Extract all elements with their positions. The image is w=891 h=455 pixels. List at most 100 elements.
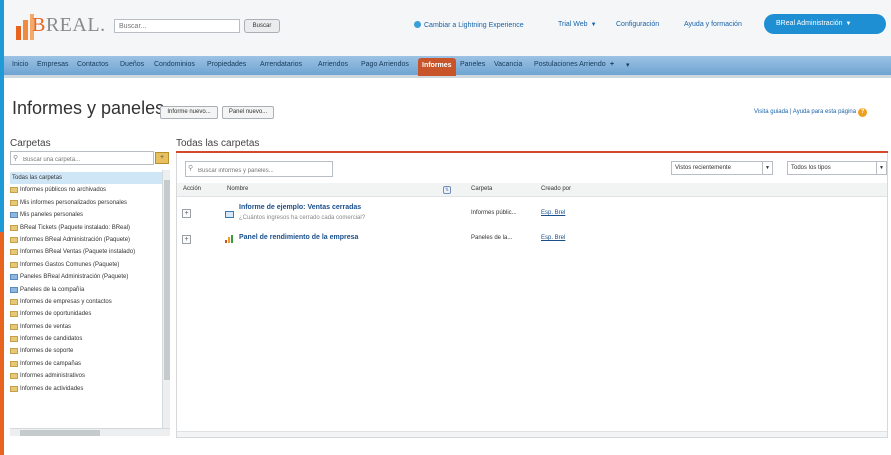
tab-vacancia[interactable]: Vacancia — [494, 61, 522, 68]
tab-propiedades[interactable]: Propiedades — [207, 61, 246, 68]
column-header-name[interactable]: Nombre — [227, 186, 248, 192]
folder-item[interactable]: Informes de empresas y contactos — [10, 296, 162, 308]
tab-inicio[interactable]: Inicio — [12, 61, 28, 68]
folder-icon — [10, 261, 18, 268]
folder-list: Todas las carpetas Informes públicos no a… — [10, 172, 162, 428]
folder-item-label: BReal Tickets (Paquete instalado: BReal) — [20, 224, 131, 231]
folder-list-scrollbar[interactable] — [162, 170, 170, 428]
folder-search-input[interactable] — [10, 151, 154, 165]
expand-row-button[interactable]: + — [182, 209, 191, 218]
created-by-link[interactable]: Esp. Brel — [541, 235, 565, 241]
column-header-folder[interactable]: Carpeta — [471, 186, 492, 192]
folder-item-label: Informes de empresas y contactos — [20, 298, 112, 305]
help-training-link[interactable]: Ayuda y formación — [684, 21, 742, 28]
folder-icon — [10, 249, 18, 256]
table-row[interactable]: + Informe de ejemplo: Ventas cerradas ¿C… — [177, 201, 887, 225]
add-tab-button[interactable]: + — [610, 61, 614, 68]
folder-item[interactable]: Informes Gastos Comunes (Paquete) — [10, 259, 162, 271]
table-footer — [177, 431, 887, 437]
folder-icon — [10, 336, 18, 343]
header: BREAL. Buscar Cambiar a Lightning Experi… — [4, 0, 891, 56]
pin-icon[interactable]: ⇅ — [443, 186, 451, 194]
folder-item[interactable]: Mis informes personalizados personales — [10, 197, 162, 209]
folder-item-label: Informes de campañas — [20, 360, 82, 367]
folder-cell: Paneles de la... — [471, 235, 513, 241]
dashboard-folder-icon — [10, 286, 18, 293]
report-name-link[interactable]: Informe de ejemplo: Ventas cerradas — [239, 204, 361, 211]
new-dashboard-button[interactable]: Panel nuevo... — [222, 106, 274, 119]
lightning-switch-link[interactable]: Cambiar a Lightning Experience — [414, 21, 524, 29]
chevron-down-icon: ▼ — [762, 162, 772, 174]
folder-item[interactable]: Informes BReal Ventas (Paquete instalado… — [10, 246, 162, 258]
tab-contactos[interactable]: Contactos — [77, 61, 109, 68]
tab-pago-arriendos[interactable]: Pago Arriendos — [361, 61, 409, 68]
table-header: Acción Nombre ⇅ Carpeta Creado por — [177, 183, 887, 197]
folder-item-label: Paneles de la compañía — [20, 286, 85, 293]
page: BREAL. Buscar Cambiar a Lightning Experi… — [4, 0, 891, 455]
created-by-link[interactable]: Esp. Brel — [541, 210, 565, 216]
tab-paneles[interactable]: Paneles — [460, 61, 485, 68]
tab-postulaciones-arriendo[interactable]: Postulaciones Arriendo — [534, 61, 606, 68]
folder-item[interactable]: Informes administrativos — [10, 370, 162, 382]
folder-item[interactable]: Informes de soporte — [10, 345, 162, 357]
tab-arrendatarios[interactable]: Arrendatarios — [260, 61, 302, 68]
folder-item[interactable]: Informes BReal Administración (Paquete) — [10, 234, 162, 246]
column-header-created-by[interactable]: Creado por — [541, 186, 571, 192]
table-row[interactable]: + Panel de rendimiento de la empresa Pan… — [177, 229, 887, 253]
folder-item-label: Paneles BReal Administración (Paquete) — [20, 274, 129, 281]
folder-item[interactable]: Informes de ventas — [10, 321, 162, 333]
folder-icon — [10, 373, 18, 380]
trial-web-menu[interactable]: Trial Web ▼ — [558, 21, 597, 28]
new-report-button[interactable]: Informe nuevo... — [160, 106, 218, 119]
user-menu[interactable]: BReal Administración ▼ — [764, 14, 886, 34]
tab-duenos[interactable]: Dueños — [120, 61, 144, 68]
folder-icon — [10, 311, 18, 318]
folder-item[interactable]: Informes de oportunidades — [10, 308, 162, 320]
recent-filter-select[interactable]: Vistos recientemente ▼ — [671, 161, 773, 175]
folder-item[interactable]: Informes de actividades — [10, 383, 162, 395]
accent-bar — [0, 232, 4, 455]
dashboard-name-link[interactable]: Panel de rendimiento de la empresa — [239, 234, 358, 241]
chevron-down-icon: ▼ — [590, 22, 597, 28]
global-search-input[interactable] — [114, 19, 240, 33]
folder-item-label: Mis paneles personales — [20, 212, 84, 219]
folder-item[interactable]: Paneles de la compañía — [10, 284, 162, 296]
expand-row-button[interactable]: + — [182, 235, 191, 244]
tab-informes[interactable]: Informes — [418, 58, 456, 76]
folder-item[interactable]: Todas las carpetas — [10, 172, 162, 185]
folder-item[interactable]: Mis paneles personales — [10, 209, 162, 221]
folder-icon — [10, 348, 18, 355]
folder-icon — [10, 187, 18, 194]
search-button[interactable]: Buscar — [244, 19, 280, 33]
column-header-action[interactable]: Acción — [183, 186, 201, 192]
folder-item[interactable]: Informes públicos no archivados — [10, 184, 162, 196]
folder-item-label: Informes de soporte — [20, 348, 74, 355]
dashboard-folder-icon — [10, 274, 18, 281]
folder-item-label: Informes de oportunidades — [20, 311, 92, 318]
scrollbar-thumb[interactable] — [164, 180, 170, 380]
folder-list-hscrollbar[interactable] — [10, 428, 170, 436]
content-panel: ⚲ Vistos recientemente ▼ Todos los tipos… — [176, 153, 888, 438]
tab-empresas[interactable]: Empresas — [37, 61, 69, 68]
folder-item-label: Todas las carpetas — [12, 175, 63, 181]
add-folder-icon[interactable]: + — [155, 152, 169, 164]
folder-item[interactable]: BReal Tickets (Paquete instalado: BReal) — [10, 222, 162, 234]
folder-item[interactable]: Paneles BReal Administración (Paquete) — [10, 271, 162, 283]
help-page-link[interactable]: Visita guiada | Ayuda para esta página? — [754, 108, 868, 117]
more-tabs-button[interactable]: ▾ — [626, 61, 630, 69]
search-icon: ⚲ — [188, 165, 194, 172]
folder-item-label: Informes Gastos Comunes (Paquete) — [20, 261, 120, 268]
folder-icon — [10, 298, 18, 305]
folder-item[interactable]: Informes de candidatos — [10, 333, 162, 345]
folder-item-label: Informes BReal Administración (Paquete) — [20, 236, 131, 243]
setup-link[interactable]: Configuración — [616, 21, 659, 28]
report-search-input[interactable] — [185, 161, 333, 177]
tab-arriendos[interactable]: Arriendos — [318, 61, 348, 68]
scrollbar-thumb[interactable] — [20, 430, 100, 436]
logo[interactable]: BREAL. — [14, 12, 105, 48]
search-icon: ⚲ — [13, 155, 19, 162]
folder-item-label: Informes de candidatos — [20, 336, 83, 343]
tab-condominios[interactable]: Condominios — [154, 61, 195, 68]
folder-item[interactable]: Informes de campañas — [10, 358, 162, 370]
type-filter-select[interactable]: Todos los tipos ▼ — [787, 161, 887, 175]
